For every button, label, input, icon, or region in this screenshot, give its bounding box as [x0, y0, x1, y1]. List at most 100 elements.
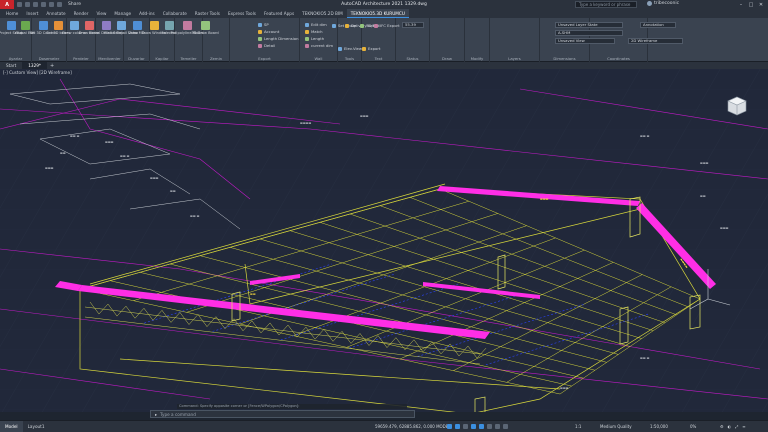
- viewcube-icon[interactable]: [725, 94, 749, 118]
- ribbon-tab[interactable]: Featured Apps: [260, 9, 298, 18]
- transparency-toggle-icon[interactable]: [503, 424, 508, 429]
- ribbon-group-label[interactable]: Kapilar: [150, 56, 174, 61]
- file-tab[interactable]: 1329*: [22, 62, 47, 69]
- ribbon-tab[interactable]: TEKNOKIO5.3D KURUMCU: [346, 9, 409, 18]
- ribbon-button-icon: [200, 21, 210, 30]
- maximize-icon[interactable]: □: [746, 0, 756, 9]
- viewport-label[interactable]: [-] Custom View] [2D Wireframe]: [3, 70, 72, 75]
- ribbon-group-label[interactable]: Text: [362, 56, 395, 61]
- new-file-icon[interactable]: [17, 2, 22, 7]
- ribbon-tab[interactable]: Render: [70, 9, 93, 18]
- otrack-toggle-icon[interactable]: [487, 424, 492, 429]
- redo-icon[interactable]: [49, 2, 54, 7]
- minimize-icon[interactable]: –: [736, 0, 746, 9]
- ribbon-small-button[interactable]: Elev.View: [338, 46, 362, 51]
- annotation-dropdown[interactable]: Annotation: [640, 22, 676, 28]
- workspace-icon[interactable]: ⚙: [720, 424, 724, 429]
- ribbon-group-label[interactable]: Duvarlar: [124, 56, 149, 61]
- save-icon[interactable]: [33, 2, 38, 7]
- layout-tab[interactable]: Layout1: [23, 421, 50, 432]
- ribbon-tab[interactable]: Insert: [22, 9, 42, 18]
- ribbon-small-button[interactable]: Export: [362, 46, 380, 51]
- ribbon-tab[interactable]: Manage: [110, 9, 135, 18]
- ribbon-group-label[interactable]: Merdivenler: [96, 56, 123, 61]
- ribbon-group-label[interactable]: Coordinates: [590, 56, 647, 61]
- ribbon-button-label: 3D Draw Board: [191, 31, 219, 35]
- fullscreen-icon[interactable]: ⤢: [735, 424, 738, 429]
- drawing-viewport[interactable]: ▬▬ ▬ ▬▬▬ ▬▬ ▬▬ ▬ ▬▬▬ ▬▬ ▬▬ ▬ ▬▬▬ ▬▬▬▬ ▬▬▬ ▬▬ …: [0, 69, 768, 412]
- plot-icon[interactable]: [57, 2, 62, 7]
- ribbon-group-label[interactable]: Wall: [300, 56, 337, 61]
- ribbon-small-icon: [258, 22, 262, 27]
- layer-dropdown[interactable]: A-SHM: [555, 30, 623, 36]
- isolate-icon[interactable]: ◐: [728, 424, 732, 429]
- close-icon[interactable]: ✕: [756, 0, 766, 9]
- ribbon-small-button[interactable]: Detail: [258, 43, 275, 48]
- ribbon-small-icon: [338, 46, 342, 51]
- annotation-scale[interactable]: 1:1: [575, 424, 581, 429]
- ribbon-group-label[interactable]: Dimensions: [540, 56, 589, 61]
- drawing-canvas[interactable]: ▬▬ ▬▬▬▬ ▬▬▬▬ ▬ ▬▬▬▬▬ ▬▬ ▬▬▬▬ ▬▬▬▬▬▬▬ ▬▬ …: [0, 69, 768, 412]
- ribbon-small-button[interactable]: Account: [258, 29, 279, 34]
- ribbon-small-button[interactable]: IFC Export: [374, 23, 400, 28]
- ribbon-small-button[interactable]: Length Dimension: [258, 36, 299, 41]
- svg-text:▬▬ ▬: ▬▬ ▬: [70, 134, 80, 138]
- ribbon-button-icon: [84, 21, 94, 30]
- user-account[interactable]: tribecoonic: [647, 1, 679, 6]
- ribbon-tab[interactable]: Express Tools: [224, 9, 260, 18]
- ribbon-small-button[interactable]: SP: [258, 22, 269, 27]
- customize-icon[interactable]: ≡: [742, 424, 745, 429]
- grid-toggle-icon[interactable]: [447, 424, 452, 429]
- ribbon-tab[interactable]: Raster Tools: [191, 9, 224, 18]
- search-input[interactable]: Type a keyword or phrase: [575, 1, 637, 8]
- ribbon-tab[interactable]: TEKNOKIO5.2D BIM: [298, 9, 347, 18]
- app-menu-button[interactable]: A: [0, 0, 14, 9]
- snap-toggle-icon[interactable]: [455, 424, 460, 429]
- ribbon-group-label[interactable]: Export: [230, 56, 299, 61]
- ribbon-small-label: Detail: [264, 43, 276, 48]
- scale-readout[interactable]: 1:50,000: [650, 424, 668, 429]
- layout-tab[interactable]: Model: [0, 420, 23, 432]
- quality-setting[interactable]: Medium Quality: [600, 424, 632, 429]
- ribbon-group-label[interactable]: Layers: [490, 56, 539, 61]
- ribbon-group-label[interactable]: Perdeler: [67, 56, 95, 61]
- ribbon-group-label[interactable]: Zemin: [203, 56, 229, 61]
- ribbon-small-icon: [374, 23, 378, 28]
- ortho-toggle-icon[interactable]: [463, 424, 468, 429]
- ribbon-group-label[interactable]: Status: [396, 56, 429, 61]
- ribbon-small-button[interactable]: current dim: [305, 43, 333, 48]
- ribbon-tab[interactable]: Annotate: [42, 9, 69, 18]
- named-view-dropdown[interactable]: Unsaved View: [555, 38, 615, 44]
- ribbon-tab[interactable]: View: [92, 9, 110, 18]
- ribbon-group-label[interactable]: Dosemeler: [32, 56, 66, 61]
- undo-icon[interactable]: [41, 2, 46, 7]
- file-tab[interactable]: Start: [0, 62, 22, 69]
- file-tabs: Start 1329* +: [0, 62, 768, 69]
- share-button[interactable]: Share: [68, 2, 81, 7]
- open-file-icon[interactable]: [25, 2, 30, 7]
- ribbon-tab[interactable]: Add-ins: [135, 9, 159, 18]
- ribbon-group-label[interactable]: Draw: [430, 56, 464, 61]
- ribbon-button[interactable]: 3D Draw Board: [191, 21, 219, 35]
- osnap-toggle-icon[interactable]: [479, 424, 484, 429]
- layout-tabs: Model Layout1: [0, 420, 50, 432]
- ribbon-group-label[interactable]: Tools: [338, 56, 361, 61]
- ribbon-group-label[interactable]: Modify: [465, 56, 489, 61]
- ribbon-small-button[interactable]: Match: [305, 29, 323, 34]
- ribbon-tab[interactable]: Home: [2, 9, 22, 18]
- ribbon-small-button[interactable]: Edit dim: [305, 22, 327, 27]
- ribbon-group-label[interactable]: Temeller: [175, 56, 202, 61]
- ribbon-small-button[interactable]: Length: [305, 36, 324, 41]
- lineweight-toggle-icon[interactable]: [495, 424, 500, 429]
- svg-text:▬▬: ▬▬: [700, 194, 706, 198]
- layer-state-dropdown[interactable]: Unsaved Layer State: [555, 22, 623, 28]
- ribbon-small-label: SP: [264, 22, 269, 27]
- command-line[interactable]: ▸ Type a command: [150, 410, 415, 418]
- polar-toggle-icon[interactable]: [471, 424, 476, 429]
- command-input[interactable]: Type a command: [160, 412, 196, 417]
- new-tab-icon[interactable]: +: [47, 63, 57, 69]
- visual-style-dropdown[interactable]: 2D Wireframe: [628, 38, 683, 44]
- scale-dropdown[interactable]: 55.39: [402, 22, 424, 28]
- ribbon-tab[interactable]: Collaborate: [159, 9, 191, 18]
- ribbon-group-label[interactable]: Ayarlar: [0, 56, 31, 61]
